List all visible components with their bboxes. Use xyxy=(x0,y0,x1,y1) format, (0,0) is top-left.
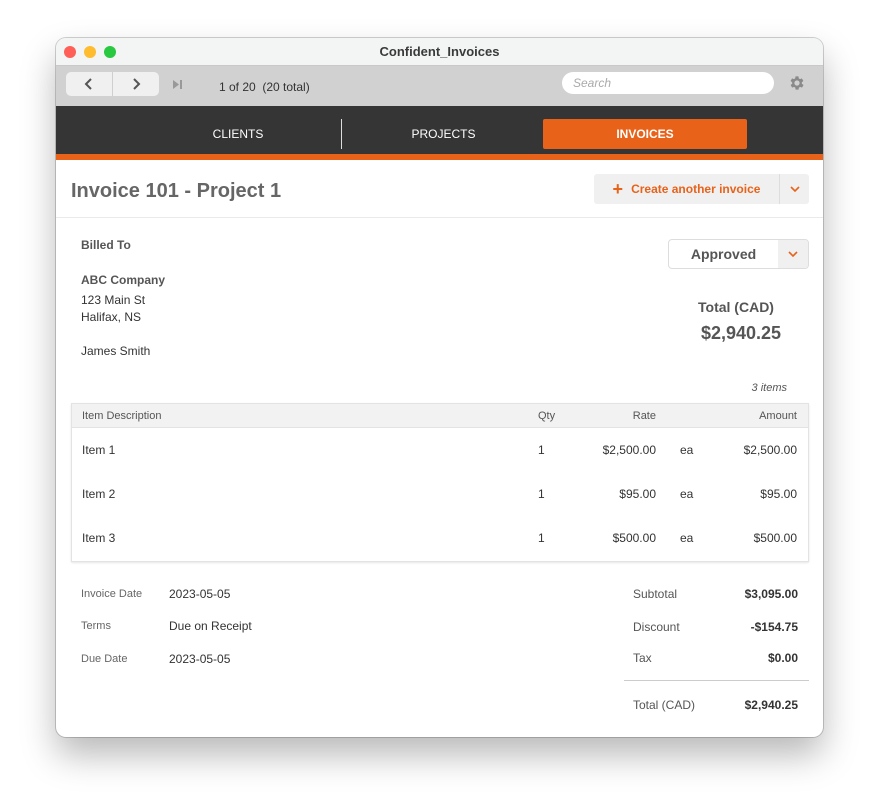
item-amount: $95.00 xyxy=(760,487,797,501)
tab-projects[interactable]: PROJECTS xyxy=(341,119,545,149)
column-header-rate: Rate xyxy=(632,409,656,422)
chevron-right-icon xyxy=(133,78,141,90)
subtotal-label: Subtotal xyxy=(633,587,678,601)
tab-clients[interactable]: CLIENTS xyxy=(136,119,340,149)
table-header: Item Description Qty Rate Amount xyxy=(72,404,808,428)
search-input[interactable] xyxy=(562,72,774,94)
status-dropdown-button[interactable] xyxy=(778,240,808,268)
item-amount: $500.00 xyxy=(753,531,797,545)
invoice-date-value[interactable]: 2023-05-05 xyxy=(169,587,230,601)
gear-icon xyxy=(790,76,804,90)
item-rate: $500.00 xyxy=(612,531,656,545)
item-qty: 1 xyxy=(538,531,545,545)
line-items-table: Item Description Qty Rate Amount Item 1 … xyxy=(71,403,809,562)
table-row[interactable]: Item 3 1 $500.00 ea $500.00 xyxy=(72,516,808,560)
create-invoice-group: + Create another invoice xyxy=(594,174,809,204)
page-title: Invoice 101 - Project 1 xyxy=(71,180,282,202)
item-unit: ea xyxy=(680,531,694,545)
item-unit: ea xyxy=(680,487,694,501)
total-label: Total (CAD) xyxy=(633,698,696,712)
item-qty: 1 xyxy=(538,443,545,457)
due-date-value[interactable]: 2023-05-05 xyxy=(169,652,230,666)
item-rate: $2,500.00 xyxy=(602,443,656,457)
discount-label: Discount xyxy=(633,620,680,634)
previous-record-button[interactable] xyxy=(66,72,112,96)
client-contact: James Smith xyxy=(81,344,151,358)
plus-icon: + xyxy=(612,179,624,199)
subtotal-value: $3,095.00 xyxy=(744,587,798,601)
status-select[interactable]: Approved xyxy=(668,239,809,269)
tax-value: $0.00 xyxy=(767,651,798,665)
billed-to-label: Billed To xyxy=(81,238,131,252)
table-row[interactable]: Item 2 1 $95.00 ea $95.00 xyxy=(72,472,808,516)
invoice-date-label: Invoice Date xyxy=(81,588,143,600)
item-unit: ea xyxy=(680,443,694,457)
terms-label: Terms xyxy=(81,620,111,632)
total-value: $2,940.25 xyxy=(744,698,798,712)
title-bar: Confident_Invoices xyxy=(56,38,823,66)
chevron-left-icon xyxy=(84,78,92,90)
tab-invoices[interactable]: INVOICES xyxy=(543,119,747,149)
invoice-header: Invoice 101 - Project 1 + Create another… xyxy=(56,160,823,218)
column-header-description: Item Description xyxy=(82,409,162,422)
total-summary-label: Total (CAD) xyxy=(698,299,774,315)
item-amount: $2,500.00 xyxy=(743,443,797,457)
record-count: 1 of 20 (20 total) xyxy=(219,80,310,94)
item-rate: $95.00 xyxy=(619,487,656,501)
total-summary-value: $2,940.25 xyxy=(700,323,782,343)
totals-divider xyxy=(624,680,809,681)
table-row[interactable]: Item 1 1 $2,500.00 ea $2,500.00 xyxy=(72,428,808,472)
item-qty: 1 xyxy=(538,487,545,501)
skip-to-end-icon xyxy=(173,79,182,89)
tax-label: Tax xyxy=(633,651,652,665)
client-company: ABC Company xyxy=(81,273,166,287)
last-record-button[interactable] xyxy=(171,79,185,89)
create-options-dropdown[interactable] xyxy=(779,174,809,204)
address-line-1: 123 Main St xyxy=(81,293,146,307)
column-header-qty: Qty xyxy=(538,409,556,422)
discount-value[interactable]: -$154.75 xyxy=(751,620,798,634)
item-description: Item 1 xyxy=(82,443,116,457)
create-another-invoice-button[interactable]: + Create another invoice xyxy=(594,174,779,204)
chevron-down-icon xyxy=(788,251,798,257)
address-line-2: Halifax, NS xyxy=(81,310,142,324)
create-button-label: Create another invoice xyxy=(631,182,761,196)
toolbar: 1 of 20 (20 total) xyxy=(56,66,823,106)
due-date-label: Due Date xyxy=(81,653,128,665)
settings-button[interactable] xyxy=(788,74,806,92)
items-count: 3 items xyxy=(751,382,787,394)
item-description: Item 2 xyxy=(82,487,116,501)
record-navigation xyxy=(66,72,159,96)
chevron-down-icon xyxy=(789,186,800,192)
next-record-button[interactable] xyxy=(112,72,159,96)
window-title: Confident_Invoices xyxy=(379,44,500,59)
column-header-amount: Amount xyxy=(759,409,797,422)
item-description: Item 3 xyxy=(82,531,116,545)
app-window: Confident_Invoices 1 of 20 (20 total) CL… xyxy=(56,38,823,737)
terms-value[interactable]: Due on Receipt xyxy=(169,619,252,633)
main-navigation: CLIENTS PROJECTS INVOICES xyxy=(56,106,823,160)
status-value[interactable]: Approved xyxy=(669,240,778,268)
billed-to-section: Billed To ABC Company 123 Main St Halifa… xyxy=(81,238,165,360)
